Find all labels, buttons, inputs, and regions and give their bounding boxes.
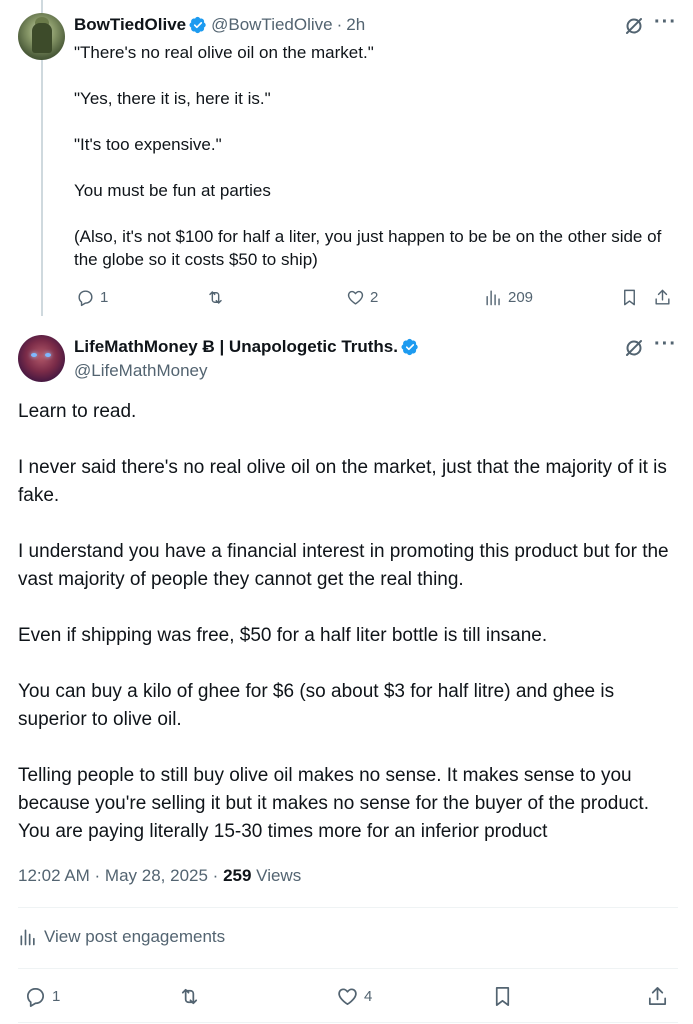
main-header: LifeMathMoney Ƀ | Unapologetic Truths.: [74, 337, 423, 357]
author-handle[interactable]: @BowTiedOlive: [211, 15, 333, 35]
verified-badge-icon: [189, 16, 206, 34]
reply-button[interactable]: 1: [24, 985, 60, 1008]
engagements-label: View post engagements: [44, 927, 226, 946]
reply-paragraph: You must be fun at parties: [74, 181, 271, 200]
reply-icon: [78, 290, 93, 307]
main-handle-row: @LifeMathMoney: [74, 361, 208, 381]
reply-tweet[interactable]: BowTiedOlive @BowTiedOlive · 2h ··· "The…: [0, 0, 693, 328]
views-icon: [486, 290, 500, 306]
separator-dot: ·: [336, 15, 343, 34]
verified-badge-icon: [401, 338, 418, 356]
main-tweet-text: Learn to read. I never said there's no r…: [18, 398, 682, 846]
reply-count: 1: [100, 289, 109, 306]
like-count: 2: [370, 289, 379, 306]
timestamp[interactable]: 2h: [346, 15, 365, 35]
avatar-eye: [45, 353, 51, 357]
views-label: Views: [251, 866, 302, 885]
reply-paragraph: (Also, it's not $100 for half a liter, y…: [74, 227, 662, 269]
tweet-paragraph: Telling people to still buy olive oil ma…: [18, 765, 649, 842]
avatar-figure: [32, 23, 52, 53]
tweet-meta: 12:02 AM · May 28, 2025 · 259 Views: [18, 866, 301, 886]
reply-header: BowTiedOlive @BowTiedOlive · 2h: [74, 15, 365, 35]
share-button[interactable]: [653, 288, 672, 307]
author-name[interactable]: LifeMathMoney Ƀ | Unapologetic Truths.: [74, 337, 398, 357]
bookmark-icon: [624, 289, 635, 306]
author-name[interactable]: BowTiedOlive: [74, 15, 186, 35]
avatar[interactable]: [18, 13, 65, 60]
retweet-icon: [209, 291, 222, 304]
tweet-paragraph: You can buy a kilo of ghee for $6 (so ab…: [18, 681, 615, 730]
bookmark-button[interactable]: [620, 288, 639, 307]
avatar[interactable]: [18, 335, 65, 382]
views-button[interactable]: 209: [484, 288, 533, 307]
views-count: 209: [508, 289, 534, 306]
like-button[interactable]: 4: [336, 985, 372, 1008]
tweet-paragraph: Learn to read.: [18, 401, 137, 422]
avatar-eye: [31, 353, 37, 357]
reply-paragraph: "It's too expensive.": [74, 135, 222, 154]
retweet-button[interactable]: [206, 288, 230, 307]
share-button[interactable]: [646, 985, 669, 1008]
divider: [18, 1022, 678, 1023]
share-icon: [648, 987, 667, 1006]
retweet-icon: [181, 988, 198, 1005]
divider: [18, 968, 678, 969]
author-handle[interactable]: @LifeMathMoney: [74, 361, 208, 381]
share-icon: [655, 289, 670, 305]
grok-icon[interactable]: [624, 16, 644, 36]
more-icon[interactable]: ···: [654, 11, 677, 34]
heart-icon: [338, 988, 357, 1006]
like-count: 4: [364, 988, 373, 1005]
grok-icon[interactable]: [624, 338, 644, 358]
views-icon: [20, 929, 35, 946]
reply-text: "There's no real olive oil on the market…: [74, 41, 684, 271]
views-count: 259: [223, 866, 252, 885]
heart-icon: [347, 290, 364, 305]
reply-paragraph: "There's no real olive oil on the market…: [74, 43, 374, 62]
tweet-paragraph: Even if shipping was free, $50 for a hal…: [18, 625, 548, 646]
more-icon[interactable]: ···: [654, 333, 677, 356]
tweet-paragraph: I understand you have a financial intere…: [18, 541, 669, 590]
view-engagements-link[interactable]: View post engagements: [18, 927, 225, 947]
like-button[interactable]: 2: [346, 288, 378, 307]
bookmark-button[interactable]: [491, 985, 514, 1008]
divider: [18, 907, 678, 908]
bookmark-icon: [495, 987, 510, 1006]
tweet-paragraph: I never said there's no real olive oil o…: [18, 457, 667, 506]
reply-icon: [26, 987, 45, 1007]
retweet-button[interactable]: [178, 985, 206, 1008]
reply-count: 1: [52, 988, 61, 1005]
reply-paragraph: "Yes, there it is, here it is.": [74, 89, 271, 108]
timestamp[interactable]: 12:02 AM · May 28, 2025 ·: [18, 866, 223, 885]
reply-button[interactable]: 1: [76, 288, 108, 307]
